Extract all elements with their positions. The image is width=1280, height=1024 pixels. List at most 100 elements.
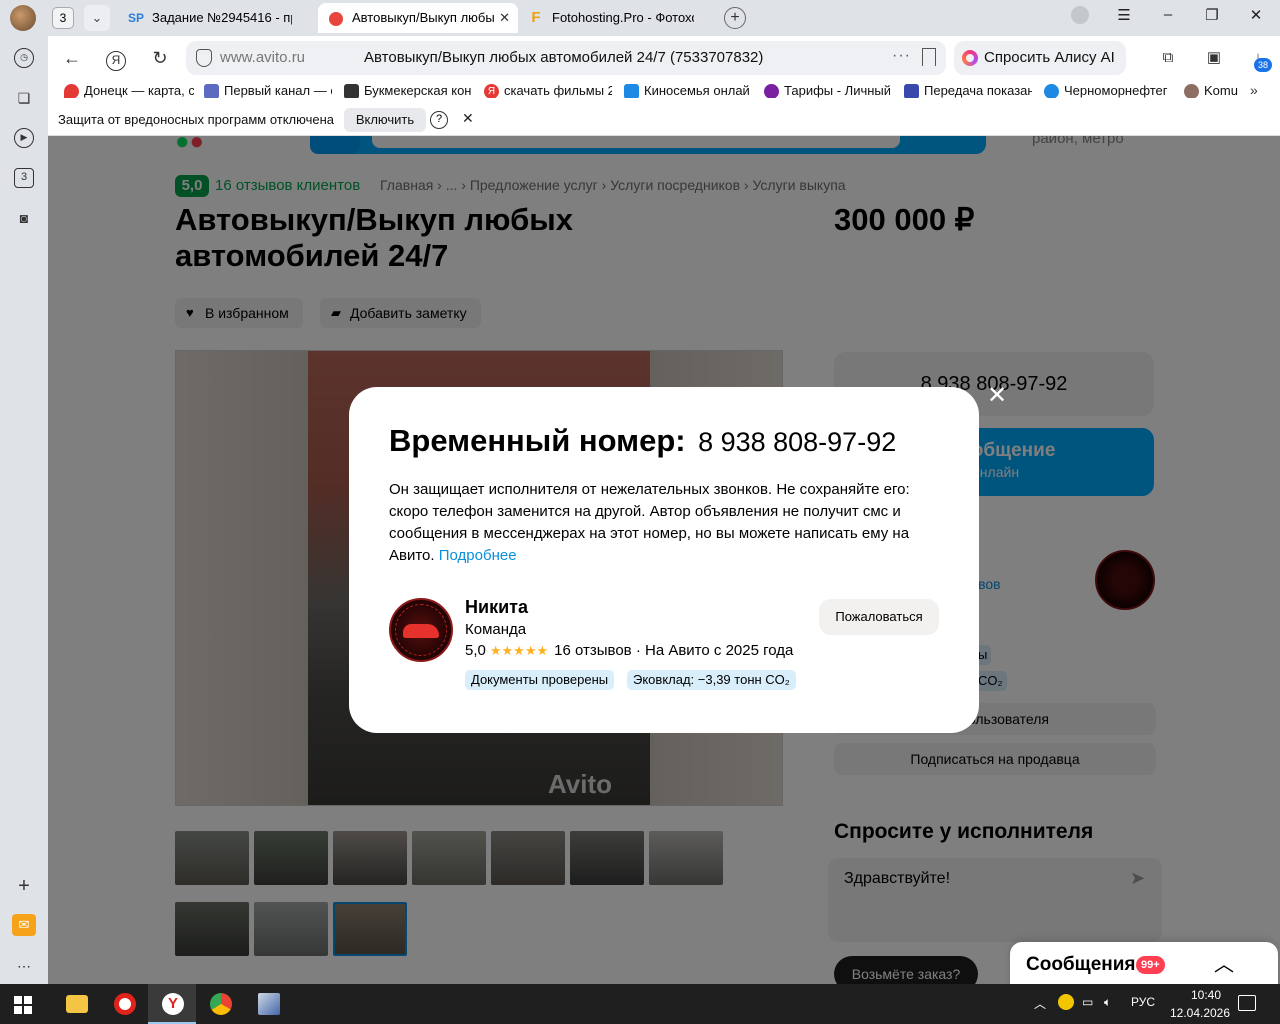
- seller-reviews-count[interactable]: 16 отзывов: [554, 642, 632, 659]
- play-video-icon[interactable]: ▶: [14, 128, 34, 148]
- add-panel-plus-icon[interactable]: +: [14, 876, 34, 896]
- close-modal-icon[interactable]: ✕: [985, 384, 1009, 409]
- bookmark-item[interactable]: Тарифы - Личный: [764, 83, 890, 98]
- alice-icon: [962, 50, 978, 66]
- clock-time[interactable]: 10:40: [1176, 988, 1236, 1002]
- map-pin-icon: [64, 84, 79, 98]
- yandex-browser-icon[interactable]: Y: [148, 984, 196, 1024]
- seller-rating-line: 5,0 ★★★★★ 16 отзывов · На Авито с 2025 год…: [465, 642, 793, 659]
- opera-icon[interactable]: [100, 984, 148, 1024]
- bookmark-item[interactable]: Передача показан: [904, 83, 1032, 98]
- screen-tool-icon[interactable]: [244, 984, 292, 1024]
- rating-stars-icon: ★★★★★: [489, 643, 549, 658]
- tab-title: Задание №2945416 - про: [152, 10, 292, 25]
- close-infobar-icon[interactable]: ✕: [462, 110, 474, 127]
- browser-tab-bar: 3 ⌄ SP Задание №2945416 - про Автовыкуп/…: [0, 0, 1280, 36]
- messages-title: Сообщения: [1026, 954, 1136, 975]
- seller-avatar[interactable]: [389, 598, 453, 662]
- messages-widget[interactable]: Сообщения 99+ ︿: [1010, 942, 1278, 984]
- close-window-icon[interactable]: ✕: [1244, 6, 1268, 24]
- more-horizontal-icon[interactable]: ···: [892, 47, 911, 65]
- browser-toolbar: ← Я ↻ www.avito.ru Автовыкуп/Выкуп любых…: [48, 36, 1280, 80]
- clock-date[interactable]: 12.04.2026: [1164, 1006, 1236, 1020]
- monitor-icon: [624, 84, 639, 98]
- bookmark-item[interactable]: Яскачать фильмы 2: [484, 83, 612, 98]
- modal-heading: Временный номер: 8 938 808-97-92: [389, 423, 896, 459]
- file-explorer-icon[interactable]: [52, 984, 100, 1024]
- volume-icon[interactable]: 🔈︎: [1104, 995, 1111, 1010]
- seller-role: Команда: [465, 621, 527, 638]
- modal-heading-label: Временный номер:: [389, 423, 686, 458]
- tv-icon: [204, 84, 219, 98]
- tab-zadanie[interactable]: SP Задание №2945416 - про: [118, 3, 316, 33]
- bookmarks-bar: Донецк — карта, с Первый канал — с Букме…: [48, 80, 1280, 104]
- infobar-message: Защита от вредоносных программ отключена: [58, 112, 335, 127]
- seller-rating-value: 5,0: [465, 642, 486, 659]
- close-tab-icon[interactable]: ✕: [499, 3, 510, 33]
- url-domain: www.avito.ru: [220, 49, 306, 66]
- tab-avito[interactable]: Автовыкуп/Выкуп любы ✕: [318, 3, 518, 33]
- temporary-phone-number[interactable]: 8 938 808-97-92: [698, 427, 896, 457]
- bookmark-item[interactable]: Komu: [1184, 83, 1240, 98]
- help-icon[interactable]: ?: [430, 111, 448, 129]
- bookmark-item[interactable]: Киносемья онлай: [624, 83, 752, 98]
- history-clock-icon[interactable]: ◷: [14, 48, 34, 68]
- url-page-title: Автовыкуп/Выкуп любых автомобилей 24/7 (…: [364, 49, 764, 66]
- security-infobar: Защита от вредоносных программ отключена…: [48, 104, 1280, 136]
- ask-alice-label: Спросить Алису AI: [984, 49, 1115, 66]
- bookmark-item[interactable]: Донецк — карта, с: [64, 83, 194, 98]
- reload-icon[interactable]: ↻: [148, 46, 172, 70]
- tray-app-icon[interactable]: [1058, 994, 1074, 1010]
- sp-favicon-icon: SP: [128, 11, 145, 25]
- back-arrow-icon[interactable]: ←: [60, 46, 84, 70]
- messages-count-badge: 99+: [1136, 956, 1165, 974]
- bookmark-icon[interactable]: [922, 48, 936, 66]
- bookmaker-icon: [344, 84, 359, 98]
- chevron-up-icon[interactable]: ︿: [1214, 948, 1234, 977]
- water-drop-icon: [1044, 84, 1059, 98]
- bookmark-item[interactable]: Первый канал — с: [204, 83, 332, 98]
- network-icon[interactable]: ▭: [1082, 995, 1093, 1009]
- translate-extension-icon[interactable]: ⧉: [1158, 48, 1178, 68]
- ask-alice-button[interactable]: Спросить Алису AI: [954, 41, 1126, 75]
- enable-protection-button[interactable]: Включить: [344, 108, 426, 132]
- chrome-icon[interactable]: [196, 984, 244, 1024]
- yandex-y-icon[interactable]: Я: [104, 46, 128, 71]
- new-tab-plus-icon[interactable]: +: [724, 7, 746, 29]
- tab-count-badge[interactable]: 3: [52, 7, 74, 29]
- seller-name[interactable]: Никита: [465, 597, 528, 618]
- chevron-down-icon[interactable]: ⌄: [84, 5, 110, 31]
- avito-favicon-icon: [328, 10, 344, 26]
- notification-center-icon[interactable]: [1238, 995, 1256, 1011]
- tab-fotohosting[interactable]: F Fotohosting.Pro - Фотохос: [518, 3, 718, 33]
- restore-icon[interactable]: ❐: [1200, 6, 1224, 24]
- bookmarks-overflow-icon[interactable]: »: [1250, 82, 1258, 98]
- browser-side-panel: ◷ ❏ ▶ 3 ◙ + ✉ ⋯: [0, 36, 48, 984]
- shield-extension-icon[interactable]: ▣: [1204, 48, 1224, 68]
- tab-count-side-icon[interactable]: 3: [14, 168, 34, 188]
- tab-title: Автовыкуп/Выкуп любы: [352, 10, 494, 25]
- temporary-number-modal: Временный номер: 8 938 808-97-92 Он защи…: [349, 387, 979, 733]
- screenshot-camera-icon[interactable]: ◙: [14, 208, 34, 228]
- bookmark-item[interactable]: Черноморнефтег: [1044, 83, 1168, 98]
- documents-verified-badge: Документы проверены: [465, 670, 615, 690]
- tab-title: Fotohosting.Pro - Фотохос: [552, 10, 694, 25]
- collections-icon[interactable]: ❏: [14, 88, 34, 108]
- more-info-link[interactable]: Подробнее: [439, 547, 517, 564]
- downloads-count-badge: 38: [1254, 58, 1272, 72]
- more-dots-icon[interactable]: ⋯: [14, 956, 34, 976]
- security-shield-icon[interactable]: [196, 49, 212, 67]
- bookmark-item[interactable]: Букмекерская кон: [344, 83, 472, 98]
- complain-button[interactable]: Пожаловаться: [819, 599, 939, 635]
- tray-expand-icon[interactable]: ︿: [1034, 995, 1046, 1012]
- fotohosting-favicon-icon: F: [531, 9, 541, 26]
- minimize-icon[interactable]: –: [1156, 6, 1180, 23]
- windows-start-icon[interactable]: [14, 996, 32, 1014]
- mail-icon[interactable]: ✉: [12, 914, 36, 936]
- address-bar[interactable]: www.avito.ru Автовыкуп/Выкуп любых автом…: [186, 41, 946, 75]
- account-icon[interactable]: [1068, 6, 1092, 28]
- browser-profile-icon[interactable]: [10, 5, 36, 31]
- language-indicator[interactable]: РУС: [1131, 995, 1155, 1009]
- eco-contribution-badge: Эковклад: −3,39 тонн CO₂: [627, 670, 796, 690]
- hamburger-menu-icon[interactable]: ☰: [1112, 6, 1136, 24]
